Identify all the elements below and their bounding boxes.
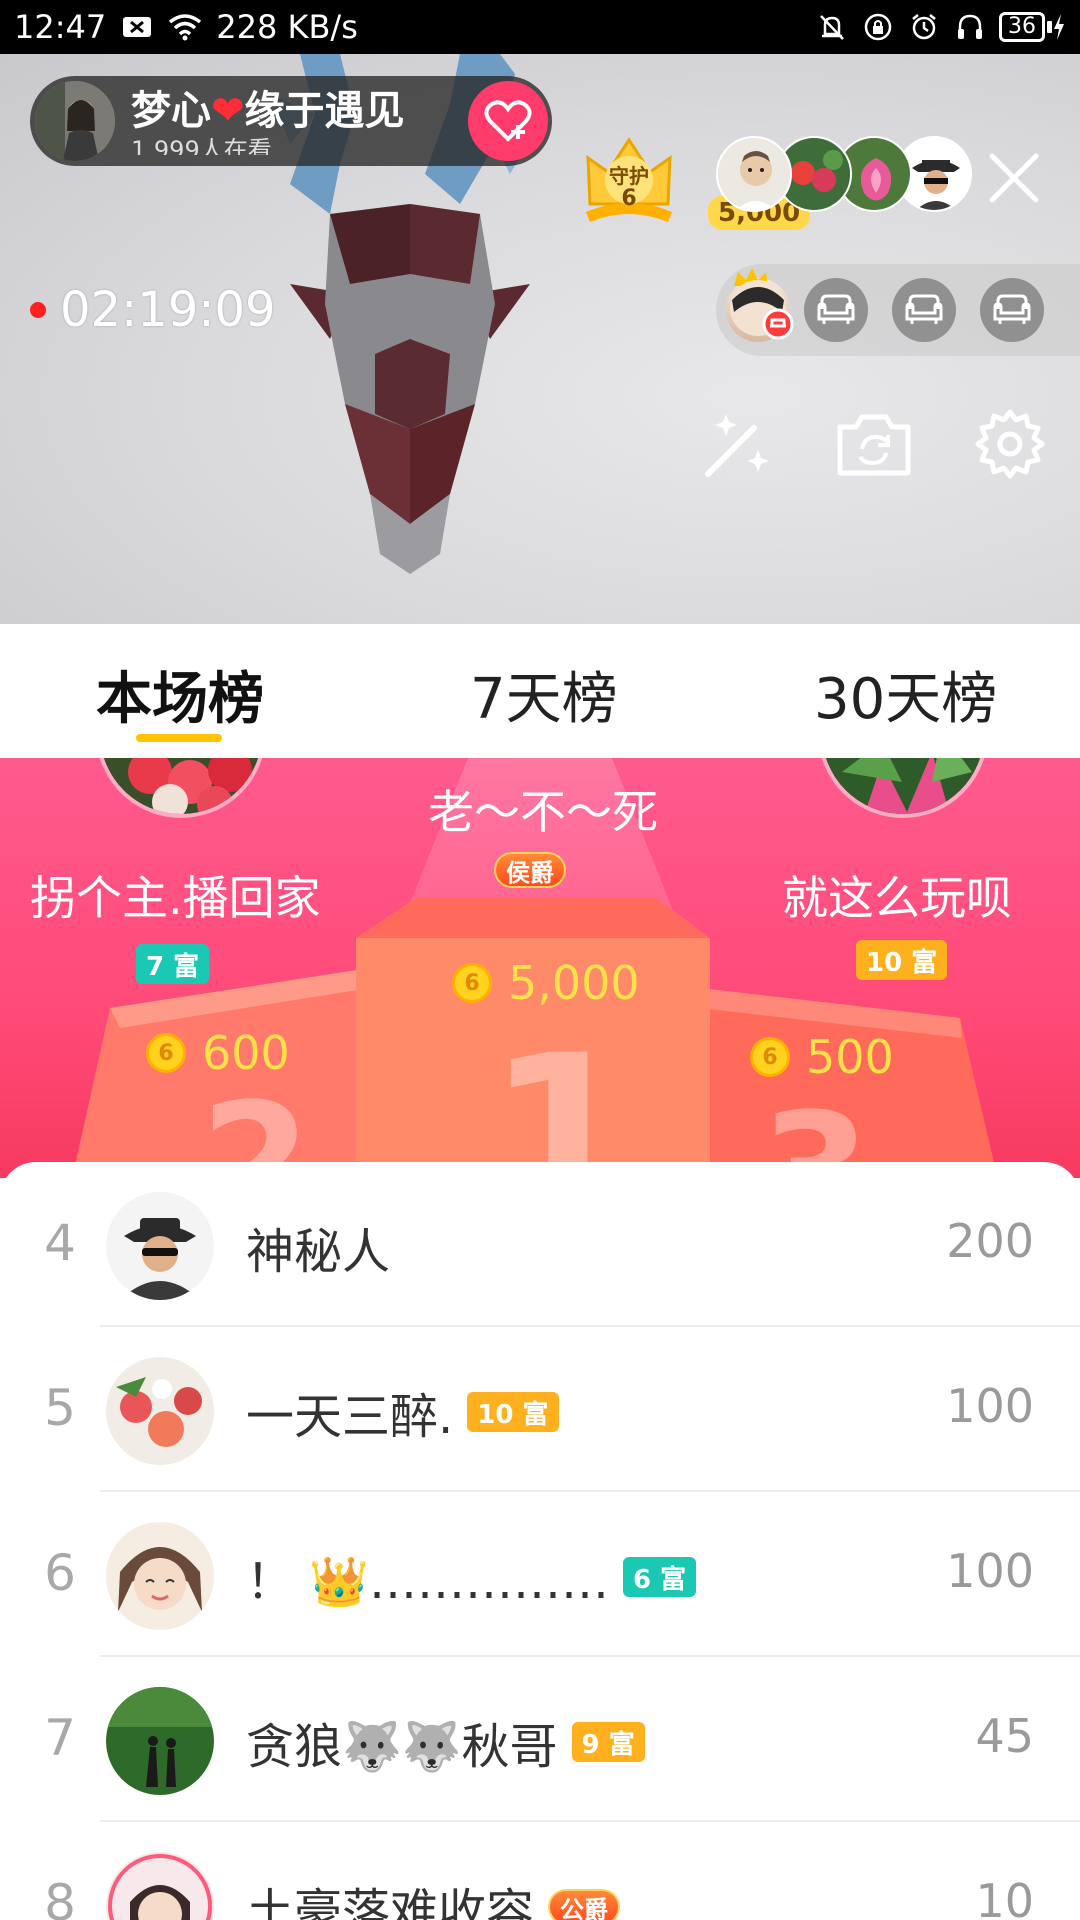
sofa-icon	[993, 294, 1031, 324]
row-avatar[interactable]	[106, 1357, 214, 1465]
row-rank: 4	[44, 1214, 76, 1272]
top-viewer-avatar[interactable]	[716, 136, 792, 212]
live-timer: 02:19:09	[30, 282, 276, 338]
row-score: 10	[975, 1874, 1034, 1920]
mute-bell-icon	[815, 10, 849, 44]
empty-seat[interactable]	[980, 278, 1044, 342]
guard-badge[interactable]: 守护 6	[582, 134, 676, 224]
network-speed: 228 KB/s	[216, 8, 358, 46]
row-avatar[interactable]	[106, 1522, 214, 1630]
wealth-level-tag: 9 富	[571, 1722, 645, 1762]
guard-label: 守护	[609, 164, 649, 188]
wealth-level-tag: 10 富	[856, 940, 948, 980]
podium-rank-1: 1	[486, 1008, 640, 1178]
list-row[interactable]: 5 一天三醉. 10 富 100	[0, 1327, 1080, 1492]
row-name: ！ 👑…………… 6 富	[246, 1542, 697, 1612]
sofa-icon	[817, 294, 855, 324]
live-video[interactable]: 梦心❤缘于遇见 1,999人在看 守护 6 5,000 02:19:09	[0, 54, 1080, 624]
battery-level: 36	[999, 12, 1045, 42]
podium-amount-3: 6 500	[750, 1030, 894, 1084]
switch-camera-button[interactable]	[834, 404, 914, 484]
row-avatar[interactable]	[106, 1687, 214, 1795]
lock-icon	[861, 10, 895, 44]
notification-icon	[120, 10, 154, 44]
coin-icon: 6	[452, 963, 492, 1003]
list-row[interactable]: 6 ！ 👑…………… 6 富 100	[0, 1492, 1080, 1657]
podium-name-1[interactable]: 老～不～死	[428, 776, 658, 842]
row-score: 45	[975, 1709, 1034, 1763]
row-score: 100	[946, 1379, 1034, 1433]
close-button[interactable]	[982, 146, 1046, 210]
status-bar: 12:47 228 KB/s 36	[0, 0, 1080, 54]
row-avatar[interactable]	[106, 1852, 214, 1920]
follow-button[interactable]	[468, 81, 548, 161]
list-row[interactable]: 4 神秘人 200	[0, 1162, 1080, 1327]
host-seat-avatar[interactable]	[726, 268, 794, 342]
host-info-pill[interactable]: 梦心❤缘于遇见 1,999人在看	[30, 76, 552, 166]
mic-seats[interactable]	[716, 264, 1080, 356]
wealth-level-tag: 7 富	[136, 944, 210, 984]
battery-icon: 36	[999, 12, 1066, 42]
timer-text: 02:19:09	[60, 282, 276, 338]
heart-plus-icon	[484, 100, 532, 142]
host-avatar[interactable]	[35, 81, 115, 161]
tab-this-session[interactable]: 本场榜	[96, 654, 264, 735]
podium-name-2[interactable]: 拐个主.播回家	[30, 862, 321, 928]
viewer-count: 1,999人在看	[131, 136, 272, 155]
list-row[interactable]: 7 贪狼🐺🐺秋哥 9 富 45	[0, 1657, 1080, 1822]
row-score: 200	[946, 1214, 1034, 1268]
sofa-icon	[905, 294, 943, 324]
alarm-icon	[907, 10, 941, 44]
beauty-button[interactable]	[698, 404, 778, 484]
wifi-icon	[168, 10, 202, 44]
podium: 2 1 3 拐个主.播回家 7 富 6 600 老～不～死 侯爵 6 5,000…	[0, 758, 1080, 1178]
guard-count: 6	[621, 186, 637, 211]
wealth-level-tag: 10 富	[467, 1392, 559, 1432]
podium-name-3[interactable]: 就这么玩呗	[782, 862, 1012, 928]
host-name: 梦心❤缘于遇见	[131, 88, 405, 134]
close-icon	[989, 153, 1039, 203]
row-score: 100	[946, 1544, 1034, 1598]
podium-amount-1: 6 5,000	[452, 956, 640, 1010]
row-name: 土豪落难收容 公爵	[246, 1872, 621, 1920]
ranking-tabs: 本场榜 7天榜 30天榜	[0, 624, 1080, 758]
row-rank: 6	[44, 1544, 76, 1602]
row-rank: 5	[44, 1379, 76, 1437]
podium-amount-2: 6 600	[146, 1026, 290, 1080]
row-name: 神秘人	[246, 1224, 391, 1280]
coin-icon: 6	[146, 1033, 186, 1073]
row-name: 贪狼🐺🐺秋哥 9 富	[246, 1707, 645, 1777]
recording-dot	[30, 302, 46, 318]
tab-7-days[interactable]: 7天榜	[470, 654, 618, 735]
coin-icon: 6	[750, 1037, 790, 1077]
podium-avatar-2[interactable]	[96, 758, 266, 818]
empty-seat[interactable]	[804, 278, 868, 342]
headphones-icon	[953, 10, 987, 44]
podium-avatar-3[interactable]	[818, 758, 988, 818]
status-time: 12:47	[14, 8, 107, 46]
heart-emoji: ❤	[211, 88, 245, 134]
noble-rank-tag: 侯爵	[494, 852, 566, 888]
wealth-level-tag: 6 富	[623, 1557, 697, 1597]
ranking-list: 4 神秘人 200 5 一天三醉. 10 富 100 6 ！ 👑…………… 6 富 …	[0, 1162, 1080, 1920]
charging-icon	[1054, 14, 1064, 40]
active-tab-indicator	[136, 734, 222, 742]
list-row[interactable]: 8 土豪落难收容 公爵 10	[0, 1822, 1080, 1920]
noble-rank-tag: 公爵	[548, 1889, 621, 1920]
camera-switch-icon	[837, 414, 911, 476]
row-name: 一天三醉. 10 富	[246, 1377, 559, 1447]
row-rank: 7	[44, 1709, 76, 1767]
magic-wand-icon	[705, 414, 769, 477]
empty-seat[interactable]	[892, 278, 956, 342]
gear-icon	[975, 409, 1045, 479]
settings-button[interactable]	[970, 404, 1050, 484]
row-rank: 8	[44, 1874, 76, 1920]
tab-30-days[interactable]: 30天榜	[814, 654, 997, 735]
row-avatar[interactable]	[106, 1192, 214, 1300]
